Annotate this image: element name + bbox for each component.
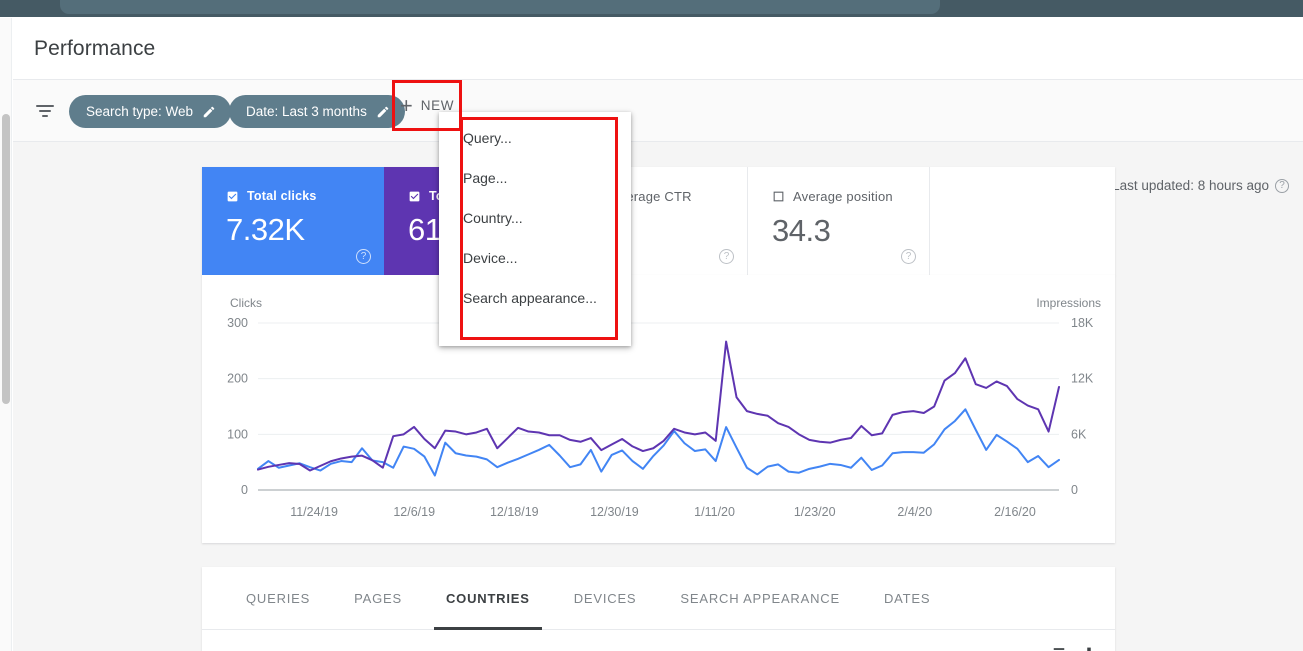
checkbox-checked-icon[interactable] xyxy=(408,190,421,203)
export-icon[interactable] xyxy=(1049,640,1069,651)
pencil-icon xyxy=(376,105,390,119)
add-new-filter-label: NEW xyxy=(421,98,454,113)
help-circle-icon[interactable]: ? xyxy=(1275,179,1289,193)
page-scrollbar-thumb[interactable] xyxy=(2,114,10,404)
dimension-tabs-card: QUERIES PAGES COUNTRIES DEVICES SEARCH A… xyxy=(202,567,1115,651)
svg-text:6K: 6K xyxy=(1071,427,1087,441)
menu-item-country[interactable]: Country... xyxy=(439,198,631,238)
metric-cards: Total clicks 7.32K ? Total impressions 6… xyxy=(202,167,1115,275)
last-updated-text: Last updated: 8 hours ago ? xyxy=(1112,178,1289,193)
svg-text:Impressions: Impressions xyxy=(1036,296,1101,310)
filter-chip-date-label: Date: Last 3 months xyxy=(246,104,367,119)
menu-item-search-appearance[interactable]: Search appearance... xyxy=(439,278,631,318)
svg-text:Clicks: Clicks xyxy=(230,296,262,310)
checkbox-checked-icon[interactable] xyxy=(226,190,239,203)
help-circle-icon[interactable]: ? xyxy=(356,249,371,264)
filter-icon[interactable] xyxy=(34,101,56,121)
page-header: Performance xyxy=(13,18,1303,80)
svg-text:12K: 12K xyxy=(1071,372,1094,386)
browser-address-bar[interactable] xyxy=(60,0,940,14)
new-filter-dropdown-menu[interactable]: Query... Page... Country... Device... Se… xyxy=(439,112,631,346)
svg-text:0: 0 xyxy=(241,483,248,497)
metric-card-empty-slot xyxy=(930,167,1112,275)
menu-item-query[interactable]: Query... xyxy=(439,118,631,158)
pencil-icon xyxy=(202,105,216,119)
svg-text:12/6/19: 12/6/19 xyxy=(393,505,435,519)
svg-text:11/24/19: 11/24/19 xyxy=(290,505,338,519)
menu-item-device[interactable]: Device... xyxy=(439,238,631,278)
tab-search-appearance[interactable]: SEARCH APPEARANCE xyxy=(658,567,862,630)
svg-text:18K: 18K xyxy=(1071,316,1094,330)
menu-item-page[interactable]: Page... xyxy=(439,158,631,198)
metric-card-average-position[interactable]: Average position 34.3 ? xyxy=(748,167,930,275)
filter-toolbar: Search type: Web Date: Last 3 months Las… xyxy=(13,80,1303,142)
filter-chip-search-type[interactable]: Search type: Web xyxy=(69,95,231,128)
performance-line-chart: Clicks Impressions 0 0 100 6K 200 12K 300 18K 11/2… xyxy=(202,275,1115,543)
more-vert-icon[interactable] xyxy=(1079,640,1099,651)
metric-card-total-clicks-label: Total clicks xyxy=(247,189,317,203)
table-toolbar xyxy=(202,630,1115,650)
metric-card-average-position-value: 34.3 xyxy=(772,213,929,249)
help-circle-icon[interactable]: ? xyxy=(901,249,916,264)
last-updated-label: Last updated: 8 hours ago xyxy=(1112,178,1269,193)
help-circle-icon[interactable]: ? xyxy=(719,249,734,264)
tab-queries[interactable]: QUERIES xyxy=(224,567,332,630)
svg-text:200: 200 xyxy=(227,372,248,386)
svg-text:100: 100 xyxy=(227,427,248,441)
filter-chip-date[interactable]: Date: Last 3 months xyxy=(229,95,405,128)
svg-text:12/30/19: 12/30/19 xyxy=(590,505,639,519)
svg-text:1/11/20: 1/11/20 xyxy=(694,505,735,519)
svg-text:1/23/20: 1/23/20 xyxy=(794,505,836,519)
tab-devices[interactable]: DEVICES xyxy=(552,567,659,630)
plus-icon: + xyxy=(400,95,413,117)
metric-card-total-clicks-label-row: Total clicks xyxy=(226,189,384,203)
performance-page: Performance Search type: Web Date: Last … xyxy=(0,0,1303,651)
svg-text:300: 300 xyxy=(227,316,248,330)
checkbox-unchecked-icon[interactable] xyxy=(772,190,785,203)
svg-text:2/4/20: 2/4/20 xyxy=(897,505,932,519)
svg-text:0: 0 xyxy=(1071,483,1078,497)
tab-countries[interactable]: COUNTRIES xyxy=(424,567,552,630)
dimension-tabs: QUERIES PAGES COUNTRIES DEVICES SEARCH A… xyxy=(202,567,1115,630)
svg-text:2/16/20: 2/16/20 xyxy=(994,505,1036,519)
tab-pages[interactable]: PAGES xyxy=(332,567,424,630)
page-scrollbar-track[interactable] xyxy=(0,18,12,651)
tab-dates[interactable]: DATES xyxy=(862,567,952,630)
metric-card-average-position-label: Average position xyxy=(793,189,893,204)
metric-card-average-position-label-row: Average position xyxy=(772,189,929,204)
browser-top-bar xyxy=(0,0,1303,17)
page-title: Performance xyxy=(34,37,155,61)
svg-text:12/18/19: 12/18/19 xyxy=(490,505,539,519)
filter-chip-search-type-label: Search type: Web xyxy=(86,104,193,119)
metric-card-total-clicks[interactable]: Total clicks 7.32K ? xyxy=(202,167,384,275)
metric-card-total-clicks-value: 7.32K xyxy=(226,212,384,248)
performance-chart-panel: Clicks Impressions 0 0 100 6K 200 12K 300 18K 11/2… xyxy=(202,275,1115,543)
